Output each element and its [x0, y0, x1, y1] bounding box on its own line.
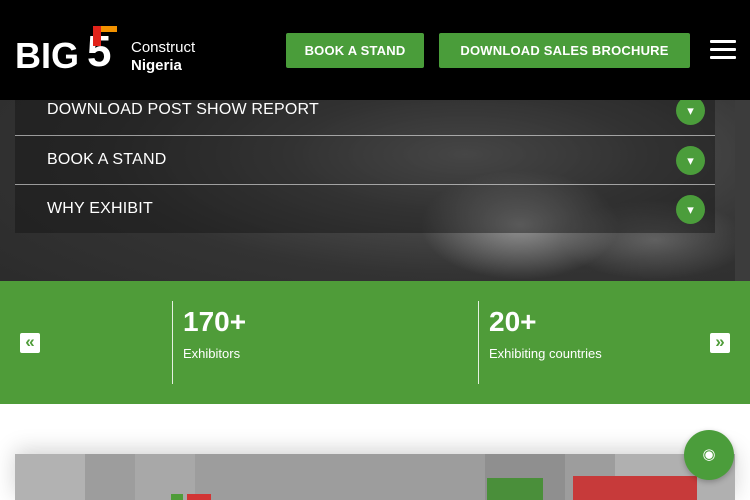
chevron-icon[interactable]: ▾: [676, 96, 705, 125]
accordion-item-book-stand[interactable]: BOOK A STAND ▾: [15, 135, 715, 184]
book-stand-button[interactable]: BOOK A STAND: [286, 33, 424, 68]
stat-value: 170+: [183, 306, 247, 337]
logo-orange-bar: [101, 26, 117, 32]
logo-red-bar: [93, 26, 101, 46]
site-header: BIG 5 Construct Nigeria BOOK A STAND DOW…: [0, 0, 750, 100]
stat-value: 20+: [489, 306, 537, 337]
chevron-icon[interactable]: ▾: [676, 146, 705, 175]
carousel-next-icon[interactable]: »: [710, 333, 730, 353]
image-red-block: [573, 476, 697, 500]
page: DOWNLOAD POST SHOW REPORT ▾ BOOK A STAND…: [0, 0, 750, 500]
stat-label: Exhibitors: [183, 346, 241, 361]
carousel-prev-icon[interactable]: «: [20, 333, 40, 353]
logo-construct-text: Construct: [131, 39, 196, 56]
chevron-icon[interactable]: ▾: [676, 195, 705, 224]
image-green-block: [487, 478, 543, 500]
accordion-item-label: DOWNLOAD POST SHOW REPORT: [47, 101, 319, 118]
accordion: DOWNLOAD POST SHOW REPORT ▾ BOOK A STAND…: [15, 86, 735, 233]
promo-image-card: [15, 454, 735, 500]
hero-side-strip: [735, 100, 750, 281]
image-red-accent: [187, 494, 211, 500]
accordion-item-label: WHY EXHIBIT: [47, 200, 153, 217]
accordion-item-label: BOOK A STAND: [47, 151, 167, 168]
image-panel: [135, 454, 195, 500]
hamburger-icon[interactable]: [710, 40, 736, 60]
stats-carousel: « 170+ Exhibitors 20+ Exhibiting countri…: [0, 281, 750, 404]
logo-big-text: BIG: [15, 35, 79, 76]
stat-label: Exhibiting countries: [489, 346, 602, 361]
image-green-accent: [171, 494, 183, 500]
logo-region-text: Nigeria: [131, 57, 183, 74]
chat-icon[interactable]: ◉: [684, 430, 734, 480]
image-panel: [15, 454, 85, 500]
stat-countries: 20+ Exhibiting countries: [478, 301, 698, 384]
download-brochure-button[interactable]: DOWNLOAD SALES BROCHURE: [439, 33, 690, 68]
big5-construct-logo[interactable]: BIG 5 Construct Nigeria: [15, 24, 205, 76]
stat-exhibitors: 170+ Exhibitors: [172, 301, 472, 384]
accordion-item-why-exhibit[interactable]: WHY EXHIBIT ▾: [15, 184, 715, 233]
